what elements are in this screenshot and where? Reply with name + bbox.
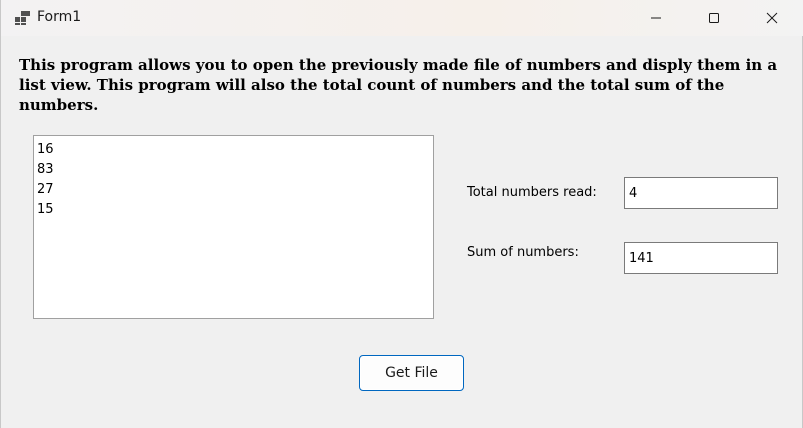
form-app-icon (15, 10, 31, 25)
minimize-icon (650, 12, 662, 24)
window-title: Form1 (37, 9, 82, 25)
get-file-button[interactable]: Get File (359, 355, 464, 391)
maximize-icon (708, 12, 720, 24)
total-count-label: Total numbers read: (467, 185, 597, 200)
numbers-listbox[interactable]: 16 83 27 15 (33, 135, 434, 319)
form-window: Form1 This program allows you to open th… (0, 0, 803, 428)
list-item[interactable]: 15 (37, 200, 430, 220)
list-item[interactable]: 27 (37, 180, 430, 200)
close-button[interactable] (743, 0, 801, 36)
description-label: This program allows you to open the prev… (19, 56, 778, 114)
sum-field[interactable]: 141 (624, 242, 778, 274)
maximize-button[interactable] (685, 0, 743, 36)
minimize-button[interactable] (627, 0, 685, 36)
close-icon (766, 12, 778, 24)
list-item[interactable]: 83 (37, 160, 430, 180)
list-item[interactable]: 16 (37, 140, 430, 160)
title-bar[interactable]: Form1 (1, 0, 803, 36)
total-count-field[interactable]: 4 (624, 177, 778, 209)
sum-label: Sum of numbers: (467, 245, 579, 260)
